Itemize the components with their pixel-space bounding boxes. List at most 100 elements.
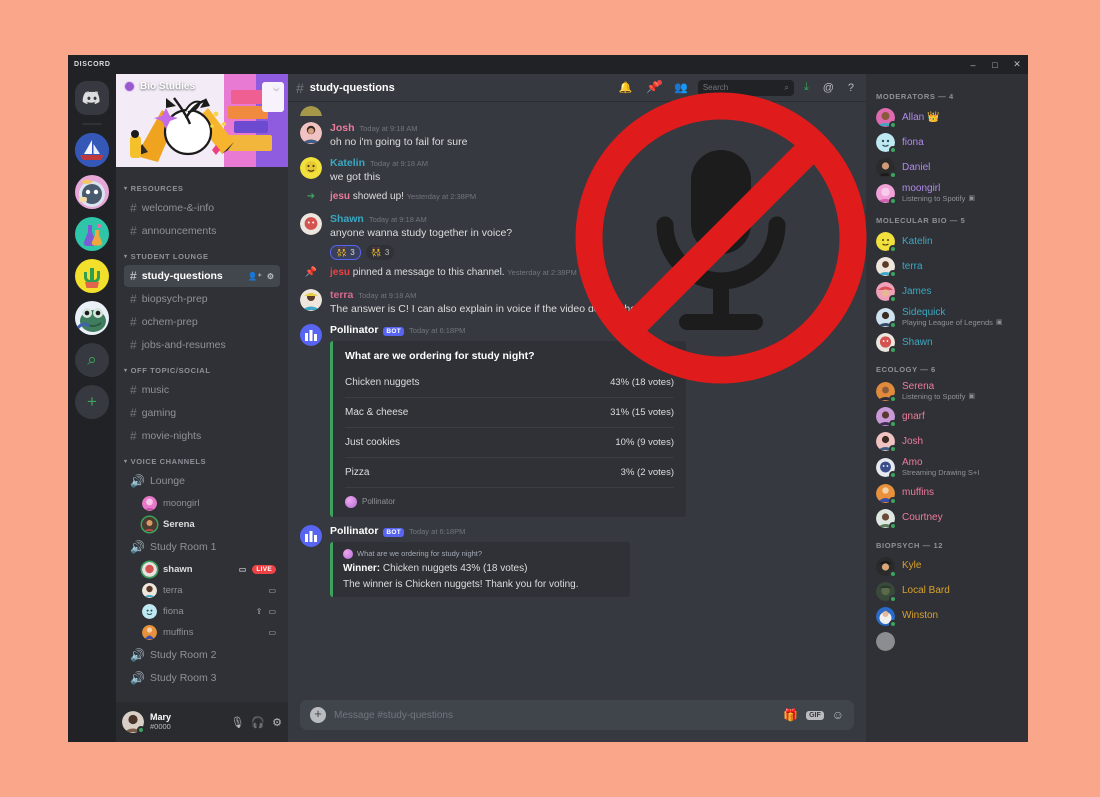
avatar[interactable] (300, 122, 322, 144)
avatar-bot-pollinator[interactable] (300, 524, 322, 547)
sidebar-channel-gaming[interactable]: # gaming (124, 402, 280, 424)
avatar[interactable] (300, 213, 322, 236)
message-author[interactable]: Katelin (330, 157, 365, 169)
poll-option-row[interactable]: Pizza 3% (2 votes) (345, 458, 674, 488)
server-icon-cactus[interactable] (75, 259, 109, 293)
member-row-sidequick[interactable]: Sidequick Playing League of Legends ▣ (866, 304, 1028, 330)
voice-channel-study-room-3[interactable]: 🔊 Study Room 3 (124, 667, 280, 689)
member-row-james[interactable]: James (866, 279, 1028, 304)
reaction-chip[interactable]: 👯 3 (365, 244, 395, 260)
emoji-icon[interactable]: ☺ (832, 708, 844, 722)
member-row-kyle[interactable]: Kyle (866, 554, 1028, 579)
server-icon-sailboat[interactable] (75, 133, 109, 167)
voice-user-terra[interactable]: terra ▭ (138, 581, 280, 600)
members-icon[interactable]: 👥 (670, 81, 692, 94)
discord-home-icon[interactable] (75, 81, 109, 115)
system-message-author[interactable]: jesu (330, 191, 350, 202)
message-author[interactable]: Josh (330, 122, 355, 134)
minimize-button[interactable]: – (962, 60, 984, 70)
search-input[interactable]: Search ⌕ (697, 79, 794, 96)
avatar-bot-pollinator[interactable] (300, 323, 322, 346)
voice-user-muffins[interactable]: muffins ▭ (138, 623, 280, 642)
member-row-moongirl[interactable]: moongirl Listening to Spotify ▣ (866, 180, 1028, 206)
sidebar-channel-announcements[interactable]: # announcements (124, 220, 280, 242)
explore-servers-icon[interactable]: ⌕ (75, 343, 109, 377)
message-author[interactable]: Shawn (330, 213, 364, 225)
sidebar-channel-music[interactable]: # music (124, 379, 280, 401)
gear-icon[interactable]: ⚙ (272, 716, 282, 729)
bell-icon[interactable]: 🔔 (615, 81, 637, 94)
member-list[interactable]: MODERATORS — 4 Allan 👑 fiona Daniel moon… (866, 74, 1028, 742)
mic-icon[interactable]: 🎙 (230, 716, 244, 729)
member-row-muffins[interactable]: muffins (866, 481, 1028, 506)
sidebar-channel-biopsych-prep[interactable]: # biopsych-prep (124, 288, 280, 310)
voice-user-moongirl[interactable]: moongirl (138, 494, 280, 513)
poll-option-row[interactable]: Mac & cheese 31% (15 votes) (345, 398, 674, 428)
mention-icon[interactable]: @ (819, 82, 838, 94)
composer-input-wrapper[interactable]: + Message #study-questions 🎁 GIF ☺ (300, 700, 854, 730)
video-icon[interactable]: ▭ (268, 607, 276, 616)
member-row-gnarf[interactable]: gnarf (866, 404, 1028, 429)
member-row-shawn[interactable]: Shawn (866, 330, 1028, 355)
video-icon[interactable]: ▭ (268, 628, 276, 637)
server-icon-frog[interactable] (75, 301, 109, 335)
member-row-josh[interactable]: Josh (866, 429, 1028, 454)
message-author[interactable]: terra (330, 289, 353, 301)
member-row-local-bard[interactable]: Local Bard (866, 579, 1028, 604)
message-author[interactable]: Pollinator (330, 324, 378, 336)
avatar[interactable] (300, 288, 322, 311)
add-member-icon[interactable]: 👤⁺ (248, 272, 262, 281)
member-row-allan[interactable]: Allan 👑 (866, 105, 1028, 130)
member-row-amo[interactable]: Amo Streaming Drawing S+I (866, 454, 1028, 480)
avatar[interactable] (122, 711, 145, 734)
channel-list[interactable]: ▾ RESOURCES # welcome-&-info # announcem… (116, 167, 288, 702)
gif-button[interactable]: GIF (806, 710, 824, 720)
message-input[interactable]: Message #study-questions (334, 710, 775, 721)
gift-icon[interactable]: 🎁 (783, 708, 798, 722)
sidebar-channel-jobs-and-resumes[interactable]: # jobs-and-resumes (124, 334, 280, 356)
maximize-button[interactable]: □ (984, 60, 1006, 70)
member-row-katelin[interactable]: Katelin (866, 229, 1028, 254)
member-row-courtney[interactable]: Courtney (866, 506, 1028, 531)
poll-option-row[interactable]: Just cookies 10% (9 votes) (345, 428, 674, 458)
embed-reply-reference[interactable]: What are we ordering for study night? (343, 548, 620, 559)
category-student-lounge[interactable]: ▾ STUDENT LOUNGE (116, 243, 288, 264)
voice-channel-study-room-2[interactable]: 🔊 Study Room 2 (124, 644, 280, 666)
category-resources[interactable]: ▾ RESOURCES (116, 175, 288, 196)
server-icon-potions[interactable] (75, 217, 109, 251)
voice-user-fiona[interactable]: fiona ⇪ ▭ (138, 602, 280, 621)
member-row-daniel[interactable]: Daniel (866, 155, 1028, 180)
category-off-topic-social[interactable]: ▾ OFF TOPIC/SOCIAL (116, 357, 288, 378)
avatar[interactable] (300, 157, 322, 180)
sidebar-channel-welcome-info[interactable]: # welcome-&-info (124, 197, 280, 219)
member-row-serena[interactable]: Serena Listening to Spotify ▣ (866, 378, 1028, 404)
help-icon[interactable]: ? (844, 82, 858, 94)
poll-option-row[interactable]: Chicken nuggets 43% (18 votes) (345, 368, 674, 398)
voice-channel-lounge[interactable]: 🔊 Lounge (124, 470, 280, 492)
video-icon[interactable]: ▭ (239, 565, 247, 574)
add-server-icon[interactable]: + (75, 385, 109, 419)
pin-icon[interactable]: 📌 (642, 80, 664, 94)
video-icon[interactable]: ▭ (268, 586, 276, 595)
member-row-fiona[interactable]: fiona (866, 130, 1028, 155)
system-message-author[interactable]: jesu (330, 267, 350, 278)
inbox-icon[interactable]: ⤓ (800, 81, 813, 94)
member-row-terra[interactable]: terra (866, 254, 1028, 279)
channel-settings-icon[interactable]: ⚙ (267, 272, 274, 281)
server-icon-astronaut-cat[interactable] (75, 175, 109, 209)
voice-channel-study-room-1[interactable]: 🔊 Study Room 1 (124, 536, 280, 558)
chevron-down-icon[interactable]: ⌄ (272, 81, 280, 92)
message-list[interactable]: Josh Today at 9:18 AM oh no i'm going to… (288, 102, 866, 694)
screenshare-icon[interactable]: ⇪ (256, 607, 263, 616)
attach-plus-icon[interactable]: + (310, 707, 326, 723)
headset-icon[interactable]: 🎧 (251, 716, 265, 729)
voice-user-serena[interactable]: Serena (138, 515, 280, 534)
reaction-chip[interactable]: 👯 3 (330, 244, 361, 260)
voice-user-shawn[interactable]: shawn ▭ LIVE (138, 560, 280, 579)
server-banner[interactable]: Bio Studies ⌄ (116, 74, 288, 167)
server-name-header[interactable]: Bio Studies ⌄ (116, 74, 288, 98)
sidebar-channel-study-questions[interactable]: # study-questions 👤⁺ ⚙ (124, 265, 280, 287)
sidebar-channel-ochem-prep[interactable]: # ochem-prep (124, 311, 280, 333)
member-row-winston[interactable]: Winston (866, 604, 1028, 629)
category-voice-channels[interactable]: ▾ VOICE CHANNELS (116, 448, 288, 469)
